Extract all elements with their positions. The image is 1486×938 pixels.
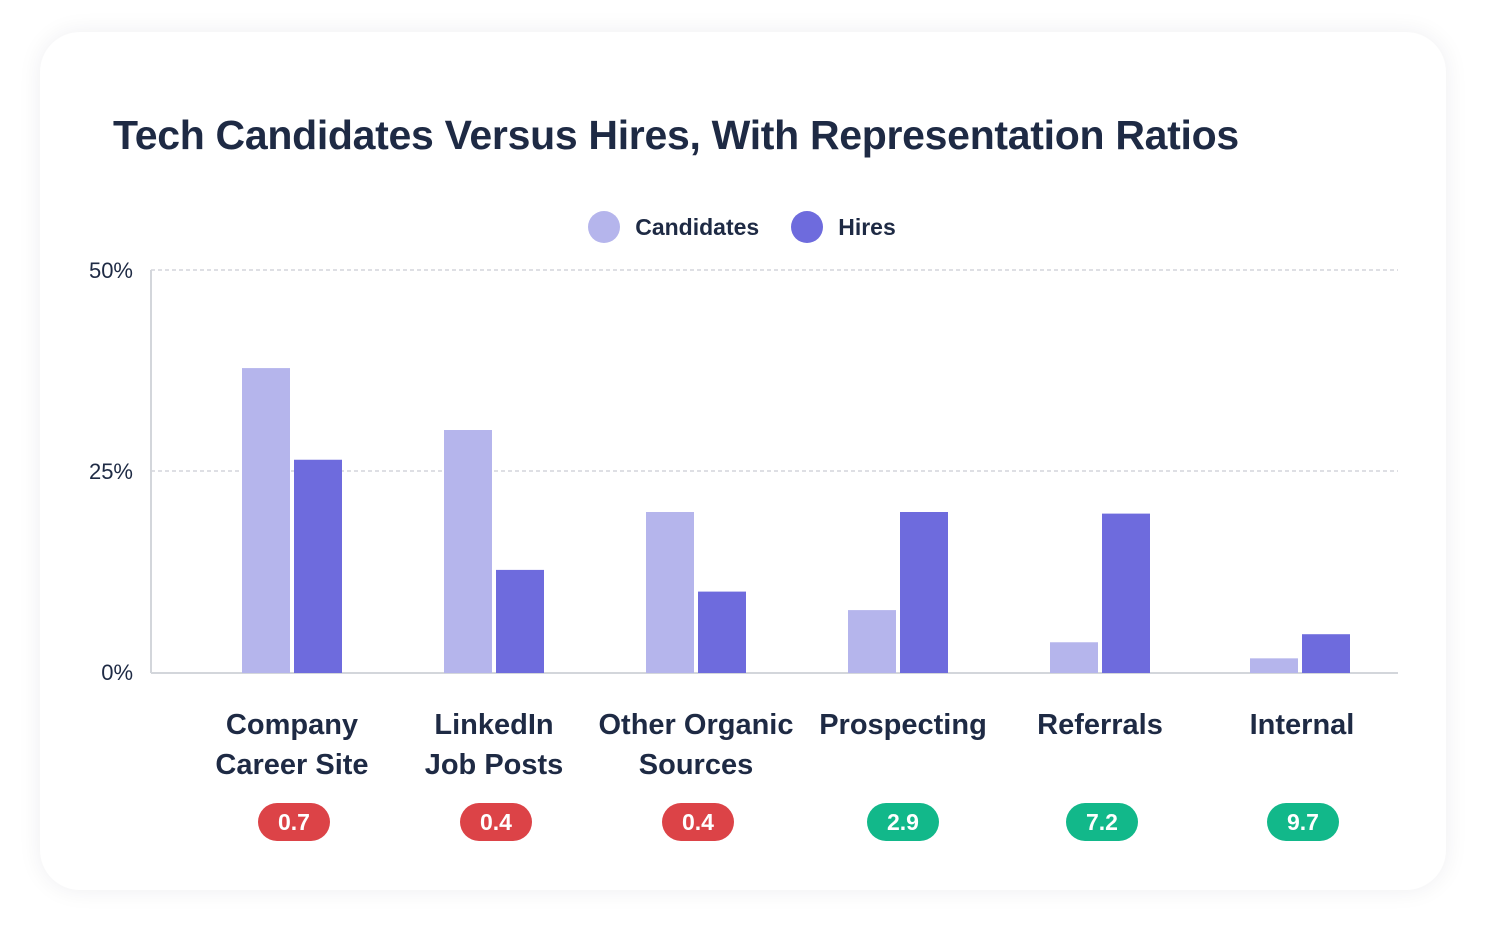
x-category-label-line: Job Posts [424, 749, 564, 781]
bar-candidates-0[interactable] [242, 368, 290, 673]
x-category-label-line: Other Organic [598, 709, 794, 741]
bar-hires-2[interactable] [698, 591, 746, 673]
bar-candidates-2[interactable] [646, 512, 694, 673]
x-category-label-line: Referrals [1037, 709, 1163, 741]
ratio-badge: 9.7 [1267, 803, 1339, 841]
x-category-label-line: Sources [638, 749, 754, 781]
bar-hires-1[interactable] [496, 569, 544, 673]
y-tick-label: 0% [101, 660, 133, 685]
x-category-label-line: Career Site [215, 749, 369, 781]
x-category-label-line: Prospecting [819, 709, 987, 741]
bars [242, 368, 1350, 673]
bar-hires-5[interactable] [1302, 634, 1350, 673]
bar-candidates-3[interactable] [848, 610, 896, 673]
x-category-label: Referrals [990, 705, 1210, 745]
bar-chart: 0% 25% 50% [89, 258, 1398, 685]
x-category-label-line: Company [225, 709, 359, 741]
x-category-label: Other Organic Sources [586, 705, 806, 785]
ratio-badge: 0.4 [460, 803, 532, 841]
bar-hires-3[interactable] [900, 512, 948, 673]
x-category-label: Company Career Site [182, 705, 402, 785]
y-tick-label: 25% [89, 459, 133, 484]
ratio-badge: 0.7 [258, 803, 330, 841]
x-category-label-line: Internal [1249, 709, 1355, 741]
bar-hires-4[interactable] [1102, 513, 1150, 673]
bar-candidates-1[interactable] [444, 429, 492, 673]
y-tick-labels: 0% 25% 50% [89, 258, 133, 685]
x-category-label: LinkedIn Job Posts [384, 705, 604, 785]
bar-hires-0[interactable] [294, 459, 342, 673]
bar-candidates-5[interactable] [1250, 658, 1298, 673]
y-tick-label: 50% [89, 258, 133, 283]
grid-lines [151, 269, 1398, 472]
bar-candidates-4[interactable] [1050, 642, 1098, 673]
x-category-label: Internal [1192, 705, 1412, 745]
ratio-badge: 7.2 [1066, 803, 1138, 841]
x-category-label: Prospecting [793, 705, 1013, 745]
ratio-badge: 2.9 [867, 803, 939, 841]
x-category-label-line: LinkedIn [434, 709, 554, 741]
ratio-badge: 0.4 [662, 803, 734, 841]
